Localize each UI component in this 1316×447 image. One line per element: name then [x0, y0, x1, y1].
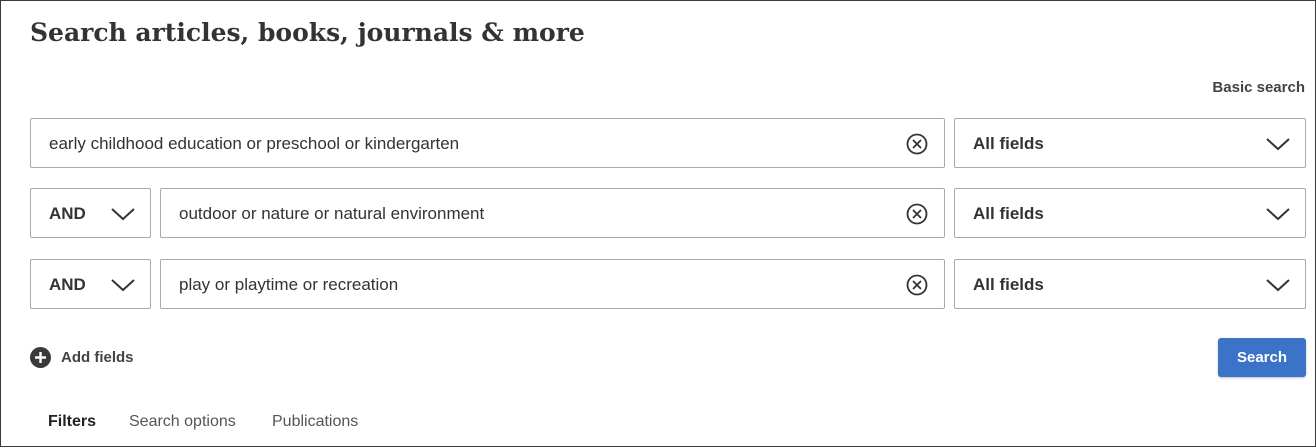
advanced-search-panel: Search articles, books, journals & more … — [0, 0, 1316, 447]
chevron-down-icon — [1266, 279, 1290, 292]
chevron-down-icon — [1266, 138, 1290, 151]
clear-icon[interactable] — [906, 133, 928, 155]
tab-search-options[interactable]: Search options — [129, 413, 236, 431]
search-query-input-1[interactable]: early childhood education or preschool o… — [30, 118, 945, 168]
search-query-input-2[interactable]: outdoor or nature or natural environment — [160, 188, 945, 238]
search-query-text-2: outdoor or nature or natural environment — [179, 204, 485, 223]
tab-filters[interactable]: Filters — [48, 413, 96, 431]
search-query-input-3[interactable]: play or playtime or recreation — [160, 259, 945, 309]
operator-select-value-3: AND — [49, 275, 86, 294]
operator-select-value-2: AND — [49, 204, 86, 223]
field-select-1[interactable]: All fields — [954, 118, 1306, 168]
search-button[interactable]: Search — [1218, 338, 1306, 377]
chevron-down-icon — [1266, 208, 1290, 221]
plus-circle-icon — [30, 346, 51, 368]
field-select-value-2: All fields — [973, 204, 1044, 223]
basic-search-link[interactable]: Basic search — [1212, 79, 1305, 96]
clear-icon[interactable] — [906, 203, 928, 225]
clear-icon[interactable] — [906, 274, 928, 296]
add-fields-button[interactable]: Add fields — [30, 346, 134, 368]
page-title: Search articles, books, journals & more — [30, 18, 585, 47]
field-select-value-1: All fields — [973, 134, 1044, 153]
add-fields-label: Add fields — [61, 348, 134, 366]
operator-select-2[interactable]: AND — [30, 188, 151, 238]
chevron-down-icon — [111, 208, 135, 221]
field-select-value-3: All fields — [973, 275, 1044, 294]
search-query-text-3: play or playtime or recreation — [179, 275, 399, 294]
search-query-text-1: early childhood education or preschool o… — [49, 134, 460, 153]
field-select-2[interactable]: All fields — [954, 188, 1306, 238]
chevron-down-icon — [111, 279, 135, 292]
operator-select-3[interactable]: AND — [30, 259, 151, 309]
field-select-3[interactable]: All fields — [954, 259, 1306, 309]
tab-publications[interactable]: Publications — [272, 413, 358, 431]
